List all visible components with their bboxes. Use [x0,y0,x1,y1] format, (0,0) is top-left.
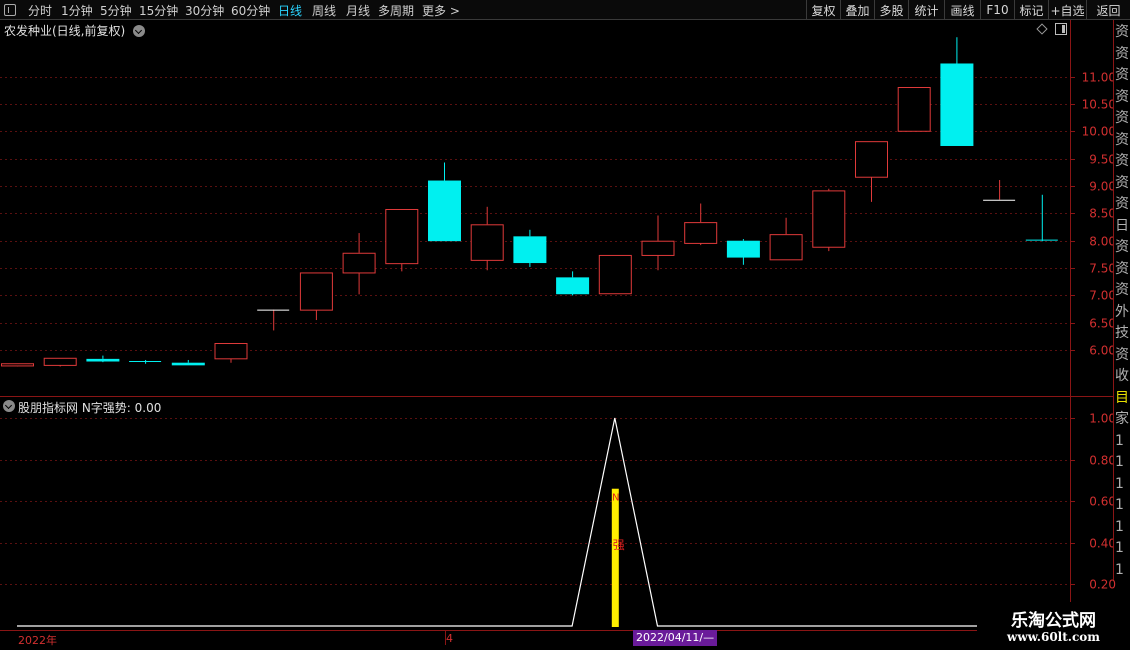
candle-body [385,208,419,265]
y-tick-label: 1.00 [1089,412,1116,426]
y-tick-label: 6.00 [1089,344,1116,358]
candle-body [428,180,461,242]
side-panel-char: 技 [1115,325,1129,341]
candle-body [86,358,120,362]
side-panel-char: 资 [1115,153,1129,169]
side-panel-char: 收 [1115,368,1129,384]
side-panel-char: 资 [1115,196,1129,212]
side-panel-char: 目 [1115,389,1129,406]
side-panel-char: 资 [1115,110,1129,126]
candle-body [214,343,248,360]
side-panel-char: 1 [1115,518,1124,535]
side-panel-char: 1 [1115,454,1124,470]
watermark-title: 乐淘公式网 [1011,611,1096,631]
chart-canvas: 6.00 6.50 7.00 7.50 8.00 8.50 9.00 9.50 10.00 10.… [0,20,1116,645]
side-panel-char: 资 [1115,239,1129,255]
y-tick-label: 0.40 [1089,537,1116,551]
candle-body [641,240,675,256]
y-tick-label: 7.50 [1089,262,1116,276]
candle-body [342,252,376,274]
side-panel-char: 1 [1115,540,1124,556]
signal-bar-label-strong: 强 [613,538,625,552]
side-panel-char: 资 [1115,45,1129,62]
side-info-panel[interactable]: 资资资资资资资资资日资资资外技资收目家1111111 [1113,20,1130,580]
watermark-url: www.60lt.com [1007,630,1100,644]
side-panel-char: 资 [1115,282,1129,298]
candle-body [299,272,333,311]
side-panel-char: 日 [1115,217,1129,234]
y-tick-label: 0.60 [1089,495,1116,509]
signal-bar-label-n: N [612,493,619,504]
side-panel-char: 资 [1115,88,1129,105]
y-tick-label: 11.00 [1082,71,1116,85]
side-panel-char: 资 [1115,67,1129,83]
candle-body [598,254,632,295]
y-tick-label: 0.80 [1089,454,1116,468]
y-tick-label: 10.50 [1082,98,1116,112]
y-tick-label: 9.50 [1089,153,1116,167]
side-panel-char: 资 [1115,260,1129,277]
candle-body [769,234,803,261]
y-tick-label: 10.00 [1082,125,1116,139]
candle-body [171,362,205,366]
side-panel-char: 1 [1115,432,1124,449]
cursor-date-label: 2022/04/11/— [633,630,718,646]
candle-body [726,240,760,258]
side-panel-char: 资 [1115,131,1129,148]
side-panel-char: 1 [1115,561,1124,578]
side-panel-char: 资 [1115,24,1129,40]
x-axis-year-label: 2022年 [18,634,57,647]
side-panel-char: 家 [1115,411,1129,427]
y-tick-label: 9.00 [1089,180,1116,194]
y-tick-label: 7.00 [1089,289,1116,303]
indicator-line [17,417,1110,627]
candle-body [897,87,931,132]
watermark-logo: 乐淘公式网 www.60lt.com [977,602,1130,650]
candle-body [812,190,846,248]
side-panel-char: 资 [1115,346,1129,363]
y-tick-label: 8.00 [1089,235,1116,249]
candle-body [855,141,888,178]
side-panel-char: 1 [1115,497,1124,513]
side-panel-char: 资 [1115,174,1129,191]
y-tick-label: 0.20 [1089,578,1116,592]
y-tick-label: 6.50 [1089,317,1116,331]
side-panel-char: 外 [1115,303,1129,320]
candle-body [684,222,718,244]
candle-body [513,236,547,264]
y-tick-label: 8.50 [1089,207,1116,221]
candle-body [556,277,590,295]
candle-body [43,357,77,366]
signal-bar [611,488,619,627]
candle-body [940,63,974,146]
candle-body [1,363,34,367]
candle-body [470,224,504,261]
x-axis-month-label: 4 [446,632,453,645]
side-panel-char: 1 [1115,475,1124,492]
